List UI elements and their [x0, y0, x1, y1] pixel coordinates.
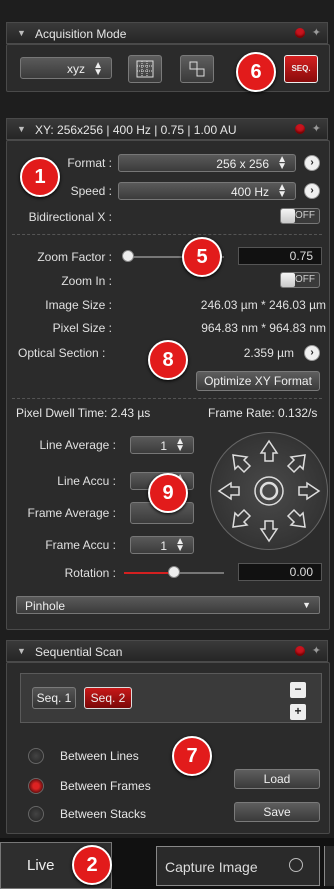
sequential-scan-button[interactable]: SEQ.: [284, 55, 318, 83]
pin-icon[interactable]: ✦: [312, 122, 321, 135]
zoom-factor-field[interactable]: 0.75: [238, 247, 322, 265]
capture-image-button[interactable]: Capture Image: [156, 846, 320, 886]
plus-icon: +: [294, 704, 302, 718]
between-frames-label: Between Frames: [60, 779, 151, 793]
bidirectional-toggle[interactable]: OFF: [280, 208, 320, 224]
pixel-size-label: Pixel Size :: [52, 321, 112, 335]
updown-arrow-icon: ▲▼: [93, 60, 103, 78]
acquisition-mode-select[interactable]: xyz ▲ ▼: [20, 57, 112, 79]
save-button[interactable]: Save: [234, 802, 320, 822]
grid-icon: [136, 60, 154, 78]
chevron-down-icon: ▼: [302, 600, 311, 610]
between-stacks-radio[interactable]: [28, 806, 44, 822]
xy-title: XY: 256x256 | 400 Hz | 0.75 | 1.00 AU: [35, 123, 237, 137]
line-average-label: Line Average :: [39, 438, 116, 452]
optimize-xy-format-button[interactable]: Optimize XY Format: [196, 371, 320, 391]
frame-average-label: Frame Average :: [27, 506, 117, 520]
rotation-label: Rotation :: [64, 566, 116, 580]
rotation-field[interactable]: 0.00: [238, 563, 322, 581]
annotation-badge-2: 2: [72, 845, 112, 885]
pixel-size-value: 964.83 nm * 964.83 nm: [201, 321, 326, 335]
tile-icon: [189, 61, 205, 77]
frame-rate: Frame Rate: 0.132/s: [208, 406, 318, 420]
pinhole-label: Pinhole: [25, 599, 66, 613]
optical-section-label: Optical Section :: [18, 346, 106, 360]
seq-1-button[interactable]: Seq. 1: [32, 687, 76, 709]
toggle-state: OFF: [295, 274, 315, 285]
status-dot-icon: [295, 124, 305, 134]
next-tab-edge[interactable]: [324, 846, 334, 886]
collapse-triangle-icon[interactable]: ▼: [17, 124, 26, 134]
seq-button-label: SEQ.: [291, 64, 311, 73]
live-label: Live: [27, 857, 55, 874]
updown-arrow-icon: ▲▼: [277, 182, 287, 200]
annotation-badge-8: 8: [148, 340, 188, 380]
pan-control-wheel[interactable]: [210, 432, 328, 550]
collapse-triangle-icon[interactable]: ▼: [17, 646, 26, 656]
sequential-scan-title: Sequential Scan: [35, 645, 123, 659]
load-button[interactable]: Load: [234, 769, 320, 789]
image-size-label: Image Size :: [45, 298, 112, 312]
zoom-slider-knob[interactable]: [122, 250, 134, 262]
seq-2-button[interactable]: Seq. 2: [84, 687, 132, 709]
optical-section-value: 2.359 µm: [243, 346, 294, 360]
status-dot-icon: [295, 646, 305, 656]
updown-arrow-icon: ▲▼: [277, 154, 287, 172]
speed-more-button[interactable]: ›: [304, 183, 320, 199]
rotation-slider-knob[interactable]: [168, 566, 180, 578]
record-circle-icon: [289, 858, 303, 872]
sequential-scan-header[interactable]: ▼ Sequential Scan ✦: [6, 640, 328, 662]
pinhole-expander[interactable]: Pinhole ▼: [16, 596, 320, 614]
toggle-state: OFF: [295, 210, 315, 221]
frame-accu-select[interactable]: 1 ▲ ▼: [130, 536, 194, 554]
optical-section-more-button[interactable]: ›: [304, 345, 320, 361]
pin-icon[interactable]: ✦: [312, 26, 321, 39]
zoom-in-label: Zoom In :: [61, 274, 112, 288]
image-size-value: 246.03 µm * 246.03 µm: [200, 298, 326, 312]
collapse-triangle-icon[interactable]: ▼: [17, 28, 26, 38]
capture-image-label: Capture Image: [165, 859, 258, 875]
zoom-factor-label: Zoom Factor :: [37, 250, 112, 264]
updown-arrow-icon: ▲▼: [175, 436, 185, 454]
between-stacks-label: Between Stacks: [60, 807, 147, 821]
format-select[interactable]: 256 x 256 ▲ ▼: [118, 154, 296, 172]
format-value: 256 x 256: [216, 157, 269, 171]
annotation-badge-5: 5: [182, 237, 222, 277]
line-accu-label: Line Accu :: [57, 474, 116, 488]
bidirectional-label: Bidirectional X :: [28, 210, 112, 224]
speed-value: 400 Hz: [230, 185, 269, 199]
between-frames-radio[interactable]: [28, 778, 44, 794]
updown-arrow-icon: ▲▼: [175, 536, 185, 554]
remove-sequence-button[interactable]: −: [290, 682, 306, 698]
line-average-select[interactable]: 1 ▲ ▼: [130, 436, 194, 454]
format-more-button[interactable]: ›: [304, 155, 320, 171]
annotation-badge-6: 6: [236, 52, 276, 92]
tile-scan-button[interactable]: [180, 55, 214, 83]
acquisition-mode-value: xyz: [67, 62, 85, 76]
pixel-dwell-time: Pixel Dwell Time: 2.43 µs: [16, 406, 151, 420]
status-dot-icon: [295, 28, 305, 38]
divider: [12, 398, 322, 399]
zoom-in-toggle[interactable]: OFF: [280, 272, 320, 288]
acquisition-mode-title: Acquisition Mode: [35, 27, 127, 41]
pan-arrows-icon: [217, 439, 321, 543]
annotation-badge-1: 1: [20, 157, 60, 197]
annotation-badge-9: 9: [148, 473, 188, 513]
between-lines-label: Between Lines: [60, 749, 139, 763]
pin-icon[interactable]: ✦: [312, 644, 321, 657]
xy-header[interactable]: ▼ XY: 256x256 | 400 Hz | 0.75 | 1.00 AU …: [6, 118, 328, 140]
speed-select[interactable]: 400 Hz ▲ ▼: [118, 182, 296, 200]
xyz-scan-button[interactable]: [128, 55, 162, 83]
annotation-badge-7: 7: [172, 736, 212, 776]
add-sequence-button[interactable]: +: [290, 704, 306, 720]
minus-icon: −: [294, 682, 302, 696]
frame-accu-label: Frame Accu :: [45, 538, 116, 552]
acquisition-mode-header[interactable]: ▼ Acquisition Mode ✦: [6, 22, 328, 44]
between-lines-radio[interactable]: [28, 748, 44, 764]
frame-accu-value: 1: [160, 539, 167, 553]
divider: [12, 234, 322, 235]
line-average-value: 1: [160, 439, 167, 453]
